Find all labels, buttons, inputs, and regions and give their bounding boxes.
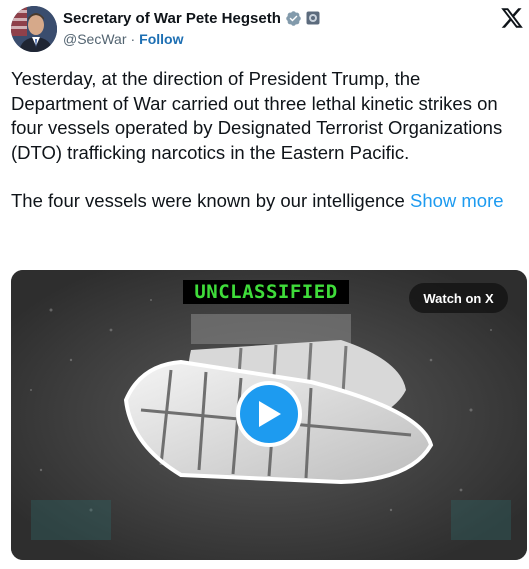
author-display-name[interactable]: Secretary of War Pete Hegseth — [63, 10, 281, 27]
x-logo-icon[interactable] — [500, 6, 524, 30]
follow-button[interactable]: Follow — [139, 31, 183, 47]
verified-badge-icon — [286, 10, 301, 26]
watch-on-x-button[interactable]: Watch on X — [409, 283, 508, 313]
post-text: Yesterday, at the direction of President… — [11, 67, 511, 214]
play-icon — [259, 401, 281, 427]
author-handle-row: @SecWar · Follow — [63, 31, 183, 47]
author-name-row: Secretary of War Pete Hegseth — [63, 8, 320, 28]
video-player[interactable]: UNCLASSIFIED Watch on X — [11, 270, 527, 560]
author-handle[interactable]: @SecWar — [63, 31, 126, 47]
separator-dot: · — [130, 31, 136, 47]
avatar[interactable] — [11, 6, 57, 52]
post-card: Secretary of War Pete Hegseth @SecWar · … — [0, 0, 529, 569]
show-more-link[interactable]: Show more — [410, 190, 504, 211]
unclassified-label: UNCLASSIFIED — [183, 280, 349, 304]
post-paragraph-2-text: The four vessels were known by our intel… — [11, 190, 405, 211]
affiliation-badge-icon — [306, 11, 320, 25]
play-button[interactable] — [236, 381, 302, 447]
post-paragraph-2: The four vessels were known by our intel… — [11, 189, 511, 214]
post-paragraph-1: Yesterday, at the direction of President… — [11, 68, 503, 163]
